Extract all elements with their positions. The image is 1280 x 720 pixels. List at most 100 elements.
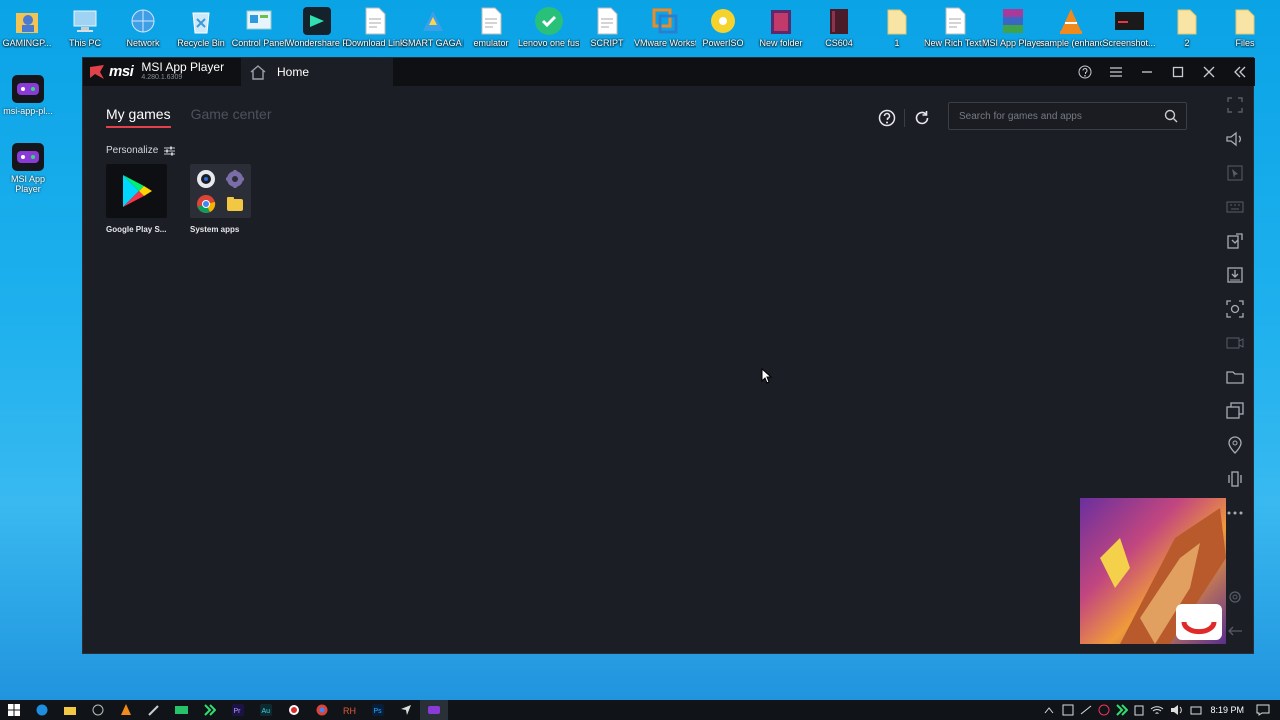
desktop-icon-new-rich-text[interactable]: New Rich Text Doc... [924,6,986,60]
start-button[interactable] [0,700,28,720]
wifi-icon[interactable] [1150,704,1164,716]
desktop-icon-screenshot[interactable]: Screenshot... [1100,6,1158,60]
desktop-icon-filmora[interactable]: Wondershare Filmora 12 [286,6,348,60]
tray-network-icon[interactable] [1080,704,1092,716]
tray-record-icon[interactable] [1098,704,1110,716]
game-tile-system-apps[interactable]: System apps [190,164,252,234]
desktop-icon-1[interactable]: 1 [868,6,926,60]
taskbar-explorer[interactable] [56,700,84,720]
library-tabs: My games Game center [106,106,292,128]
free-fire-artwork [1100,508,1226,644]
desktop-icon-cs604[interactable]: CS604 [810,6,868,60]
desktop-icon-label: New Rich Text Doc... [924,38,986,48]
desktop-icon-vmware[interactable]: VMware Workstati... [634,6,696,60]
desktop-icon-network[interactable]: Network [114,6,172,60]
chevron-up-icon[interactable] [1044,706,1054,714]
taskbar-app-battery[interactable] [168,700,196,720]
desktop-icon-lenovo[interactable]: Lenovo one fusion ap... [518,6,580,60]
settings-button[interactable] [1224,586,1246,608]
minimize-button[interactable] [1131,58,1162,86]
desktop-icon-new-folder[interactable]: New folder [752,6,810,60]
shake-button[interactable] [1224,468,1246,490]
file-manager-icon [227,196,243,211]
personalize-button[interactable]: Personalize [106,145,176,156]
desktop-icon-sample[interactable]: sample (enhanced) [1040,6,1102,60]
desktop-icon-msi-app-pl[interactable]: msi-app-pl... [0,74,56,116]
help-button[interactable] [1069,58,1100,86]
desktop-icon-control-panel[interactable]: Control Panel [230,6,288,60]
collapse-sidebar-button[interactable] [1224,58,1255,86]
back-button[interactable] [1224,620,1246,642]
desktop-icon-2[interactable]: 2 [1158,6,1216,60]
desktop-icon-files[interactable]: Files [1216,6,1274,60]
desktop-icon-emulator[interactable]: emulator [462,6,520,60]
keyboard-language-icon[interactable] [1190,704,1202,716]
desktop-icon-msi-app-player[interactable]: MSI App Player [0,142,56,194]
fullscreen-button[interactable] [1224,94,1246,116]
help-icon[interactable] [878,109,896,127]
record-button[interactable] [1224,332,1246,354]
search-icon[interactable] [1164,109,1178,123]
taskbar-app-plane[interactable] [392,700,420,720]
personalize-label: Personalize [106,145,159,156]
pointer-mode-button[interactable] [1224,162,1246,184]
taskbar-vlc[interactable] [112,700,140,720]
desktop-icon-poweriso[interactable]: PowerISO [694,6,752,60]
volume-button[interactable] [1224,128,1246,150]
sliders-icon [164,146,176,155]
battery-icon[interactable] [1134,704,1144,716]
tray-green-arrow-icon[interactable] [1116,704,1129,716]
tab-home[interactable]: Home [241,58,393,86]
taskbar-clock[interactable]: 8:19 PM [1210,705,1244,715]
desktop-icon-smart-gaga[interactable]: SMART GAGA LITE [402,6,464,60]
desktop-icon-msi-installer[interactable]: MSI App Player 5.12... [982,6,1044,60]
system-apps-thumbnail [190,164,251,218]
game-tile-google-play[interactable]: Google Play S... [106,164,168,234]
taskbar-msi-app-player[interactable] [420,700,448,720]
taskbar-photoshop[interactable]: Ps [364,700,392,720]
vlc-icon [121,704,131,715]
desktop-icon-recycle-bin[interactable]: Recycle Bin [172,6,230,60]
document-icon [360,6,390,36]
promo-game-thumbnail[interactable] [1080,498,1226,644]
control-panel-icon [244,6,274,36]
taskbar-premiere[interactable]: Pr [224,700,252,720]
taskbar-audition[interactable]: Au [252,700,280,720]
multi-instance-button[interactable] [1224,400,1246,422]
taskbar-chrome[interactable] [308,700,336,720]
taskbar-app-pen[interactable] [140,700,168,720]
desktop-icon-gamingp[interactable]: GAMINGP... [0,6,56,60]
keyboard-button[interactable] [1224,196,1246,218]
refresh-icon[interactable] [913,109,931,127]
taskbar-recorder[interactable] [280,700,308,720]
apk-button[interactable] [1224,264,1246,286]
maximize-button[interactable] [1162,58,1193,86]
desktop-icon-this-pc[interactable]: This PC [56,6,114,60]
search-box[interactable] [948,102,1187,130]
screenshot-button[interactable] [1224,298,1246,320]
menu-button[interactable] [1100,58,1131,86]
recycle-bin-icon [186,6,216,36]
media-folder-button[interactable] [1224,366,1246,388]
tab-my-games[interactable]: My games [106,106,171,128]
search-input[interactable] [959,110,1164,122]
taskbar-edge[interactable] [28,700,56,720]
close-button[interactable] [1193,58,1224,86]
volume-icon[interactable] [1170,704,1184,716]
install-apk-button[interactable] [1224,230,1246,252]
tab-game-center[interactable]: Game center [191,106,272,128]
more-button[interactable] [1224,502,1246,524]
taskbar-app-arrow[interactable] [196,700,224,720]
record-circle-icon [289,705,299,715]
filmora-icon [302,6,332,36]
taskbar-app-rh[interactable]: RH [336,700,364,720]
desktop-icon-download-link[interactable]: Download Link [345,6,405,60]
taskbar-app-circle[interactable] [84,700,112,720]
tray-app-icon[interactable] [1062,704,1074,716]
desktop-icon-script[interactable]: SCRIPT [578,6,636,60]
photoshop-icon: Ps [372,704,384,716]
notification-icon[interactable] [1256,704,1270,716]
home-icon [250,65,266,80]
desktop-icon-label: Screenshot... [1102,38,1156,48]
location-button[interactable] [1224,434,1246,456]
